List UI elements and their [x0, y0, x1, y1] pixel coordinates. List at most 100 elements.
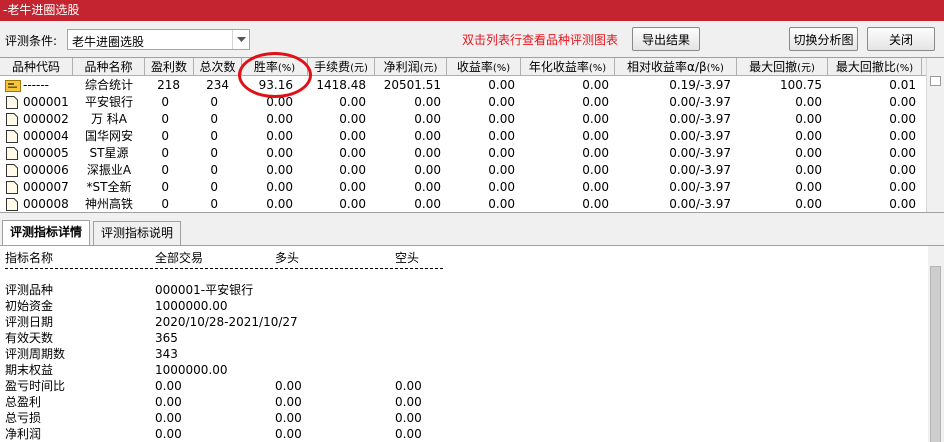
row-max-drawdown-ratio: 0.00	[889, 163, 916, 177]
detail-name: 评测日期	[5, 315, 54, 329]
row-net-profit: 0.00	[414, 197, 441, 211]
row-max-drawdown-ratio: 0.00	[889, 180, 916, 194]
detail-all: 0.00	[155, 395, 182, 409]
summary-annual-return: 0.00	[582, 78, 609, 92]
row-max-drawdown-ratio: 0.00	[889, 129, 916, 143]
detail-header-long: 多头	[275, 251, 300, 265]
summary-return: 0.00	[488, 78, 515, 92]
col-header-net-profit[interactable]: 净利润(元)	[375, 58, 447, 76]
row-name: 国华网安	[84, 129, 133, 143]
detail-all: 0.00	[155, 411, 182, 425]
col-header-max-drawdown[interactable]: 最大回撤(元)	[737, 58, 828, 76]
condition-select[interactable]: 老牛进圈选股	[67, 29, 250, 50]
col-header-wins[interactable]: 盈利数	[145, 58, 194, 76]
row-return: 0.00	[488, 146, 515, 160]
table-row[interactable]: 000006 深振业A 0 0 0.00 0.00 0.00 0.00 0.00…	[0, 162, 926, 179]
detail-all: 000001-平安银行	[155, 283, 254, 297]
row-fee: 0.00	[339, 95, 366, 109]
row-max-drawdown: 0.00	[795, 197, 822, 211]
table-row[interactable]: 000007 *ST全新 0 0 0.00 0.00 0.00 0.00 0.0…	[0, 179, 926, 196]
tab-metric-notes[interactable]: 评测指标说明	[93, 221, 182, 245]
document-icon	[6, 198, 18, 211]
row-win-rate: 0.00	[266, 112, 293, 126]
row-max-drawdown: 0.00	[795, 112, 822, 126]
grid-header: 品种代码 品种名称 盈利数 总次数 胜率(%) 手续费(元) 净利润(元) 收益…	[0, 58, 926, 76]
condition-select-value: 老牛进圈选股	[72, 35, 145, 49]
col-header-relative-return[interactable]: 相对收益率α/β(%)	[615, 58, 737, 76]
detail-name: 盈亏时间比	[5, 379, 66, 393]
export-button[interactable]: 导出结果	[632, 27, 700, 51]
row-max-drawdown: 0.00	[795, 146, 822, 160]
row-relative-return: 0.00/-3.97	[669, 112, 731, 126]
document-icon	[6, 113, 18, 126]
detail-name: 总亏损	[5, 411, 42, 425]
row-net-profit: 0.00	[414, 95, 441, 109]
detail-all: 2020/10/28-2021/10/27	[155, 315, 298, 329]
summary-folder-icon	[5, 80, 21, 92]
summary-max-drawdown: 100.75	[780, 78, 822, 92]
detail-long: 0.00	[275, 395, 302, 409]
row-return: 0.00	[488, 112, 515, 126]
table-row[interactable]: 000005 ST星源 0 0 0.00 0.00 0.00 0.00 0.00…	[0, 145, 926, 162]
document-icon	[6, 96, 18, 109]
document-icon	[6, 147, 18, 160]
row-fee: 0.00	[339, 197, 366, 211]
table-row[interactable]: 000004 国华网安 0 0 0.00 0.00 0.00 0.00 0.00…	[0, 128, 926, 145]
row-total: 0	[210, 146, 218, 160]
row-relative-return: 0.00/-3.97	[669, 163, 731, 177]
row-total: 0	[210, 129, 218, 143]
col-header-fee[interactable]: 手续费(元)	[308, 58, 375, 76]
row-return: 0.00	[488, 95, 515, 109]
row-fee: 0.00	[339, 163, 366, 177]
detail-tabs: 评测指标详情 评测指标说明	[0, 213, 944, 245]
row-code: 000007	[23, 180, 69, 194]
col-header-max-drawdown-ratio[interactable]: 最大回撤比(%)	[828, 58, 922, 76]
detail-scrollbar[interactable]	[928, 246, 944, 442]
document-icon	[6, 164, 18, 177]
col-header-annual-return[interactable]: 年化收益率(%)	[521, 58, 615, 76]
row-wins: 0	[161, 146, 169, 160]
col-header-total[interactable]: 总次数	[194, 58, 242, 76]
tab-metric-details[interactable]: 评测指标详情	[2, 220, 91, 245]
col-header-return[interactable]: 收益率(%)	[447, 58, 521, 76]
window-title: -老牛进圈选股	[0, 0, 944, 21]
table-row[interactable]: 000002 万 科A 0 0 0.00 0.00 0.00 0.00 0.00…	[0, 111, 926, 128]
row-win-rate: 0.00	[266, 163, 293, 177]
row-win-rate: 0.00	[266, 129, 293, 143]
chevron-down-icon[interactable]	[232, 30, 249, 49]
detail-all: 343	[155, 347, 178, 361]
row-total: 0	[210, 112, 218, 126]
grid-scroll-thumb[interactable]	[930, 76, 941, 86]
row-relative-return: 0.00/-3.97	[669, 129, 731, 143]
col-header-code[interactable]: 品种代码	[0, 58, 73, 76]
summary-fee: 1418.48	[316, 78, 366, 92]
results-grid[interactable]: 品种代码 品种名称 盈利数 总次数 胜率(%) 手续费(元) 净利润(元) 收益…	[0, 57, 944, 213]
detail-header-name: 指标名称	[5, 251, 54, 265]
summary-row[interactable]: ------ 综合统计 218 234 93.16 1418.48 20501.…	[0, 77, 926, 94]
row-code: 000002	[23, 112, 69, 126]
row-win-rate: 0.00	[266, 95, 293, 109]
table-row[interactable]: 000001 平安银行 0 0 0.00 0.00 0.00 0.00 0.00…	[0, 94, 926, 111]
detail-scroll-thumb[interactable]	[930, 266, 941, 442]
col-header-name[interactable]: 品种名称	[73, 58, 145, 76]
col-header-win-rate[interactable]: 胜率(%)	[242, 58, 308, 76]
summary-net-profit: 20501.51	[383, 78, 441, 92]
summary-wins: 218	[157, 78, 180, 92]
table-row[interactable]: 000008 神州高铁 0 0 0.00 0.00 0.00 0.00 0.00…	[0, 196, 926, 212]
detail-name: 有效天数	[5, 331, 54, 345]
detail-all: 0.00	[155, 379, 182, 393]
row-relative-return: 0.00/-3.97	[669, 197, 731, 211]
row-name: 平安银行	[84, 95, 133, 109]
hint-text: 双击列表行查看品种评测图表	[462, 33, 619, 47]
row-fee: 0.00	[339, 112, 366, 126]
close-button[interactable]: 关闭	[867, 27, 935, 51]
row-net-profit: 0.00	[414, 180, 441, 194]
detail-pane: 指标名称 全部交易 多头 空头 评测品种 000001-平安银行 初始资金 10…	[0, 245, 944, 442]
row-max-drawdown-ratio: 0.00	[889, 146, 916, 160]
switch-chart-button[interactable]: 切换分析图	[789, 27, 858, 51]
detail-all: 1000000.00	[155, 363, 228, 377]
detail-all: 0.00	[155, 427, 182, 441]
grid-scrollbar[interactable]	[926, 58, 944, 212]
row-annual-return: 0.00	[582, 180, 609, 194]
row-max-drawdown: 0.00	[795, 163, 822, 177]
